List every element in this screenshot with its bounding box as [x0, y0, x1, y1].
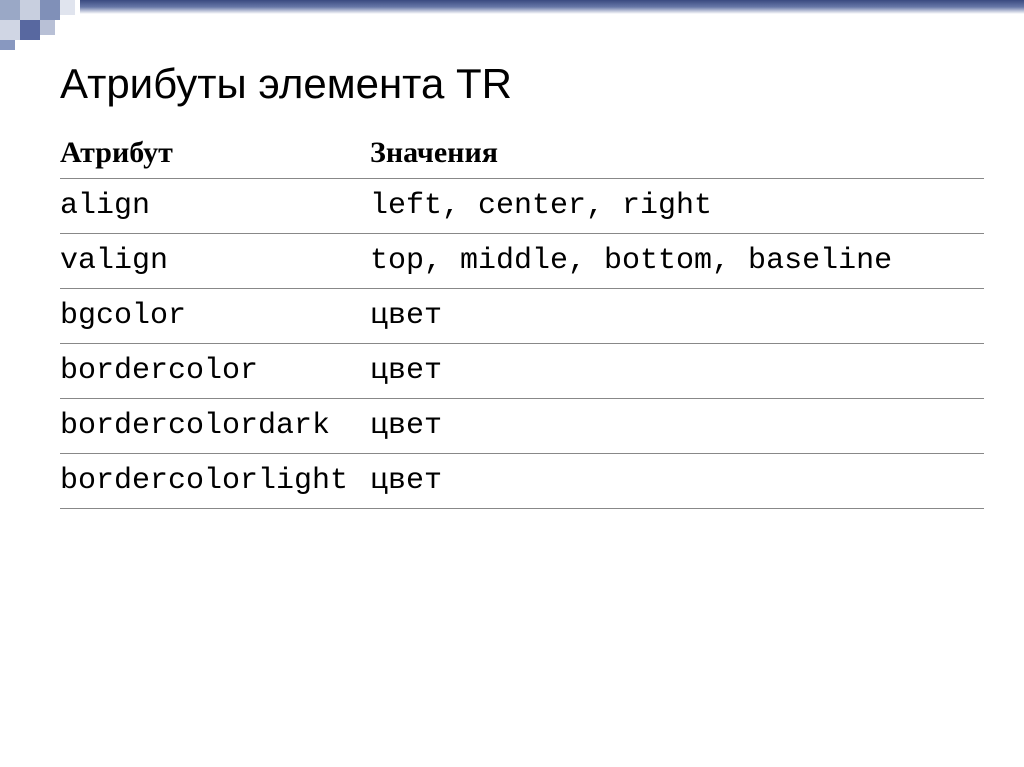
header-values: Значения	[370, 128, 984, 179]
table-row: bordercolordark цвет	[60, 399, 984, 454]
table-row: bordercolor цвет	[60, 344, 984, 399]
table-row: align left, center, right	[60, 179, 984, 234]
cell-val: цвет	[370, 344, 984, 399]
table-row: bordercolorlight цвет	[60, 454, 984, 509]
cell-val: top, middle, bottom, baseline	[370, 234, 984, 289]
cell-attr: bordercolorlight	[60, 454, 370, 509]
top-gradient-bar	[80, 0, 1024, 14]
corner-decoration	[0, 0, 80, 50]
cell-attr: align	[60, 179, 370, 234]
cell-attr: valign	[60, 234, 370, 289]
cell-attr: bgcolor	[60, 289, 370, 344]
header-attribute: Атрибут	[60, 128, 370, 179]
cell-val: цвет	[370, 289, 984, 344]
attributes-table: Атрибут Значения align left, center, rig…	[60, 128, 984, 509]
cell-val: цвет	[370, 454, 984, 509]
slide-content: Атрибуты элемента TR Атрибут Значения al…	[60, 60, 984, 509]
table-header-row: Атрибут Значения	[60, 128, 984, 179]
cell-val: left, center, right	[370, 179, 984, 234]
cell-val: цвет	[370, 399, 984, 454]
table-row: valign top, middle, bottom, baseline	[60, 234, 984, 289]
page-title: Атрибуты элемента TR	[60, 60, 984, 108]
cell-attr: bordercolordark	[60, 399, 370, 454]
cell-attr: bordercolor	[60, 344, 370, 399]
table-row: bgcolor цвет	[60, 289, 984, 344]
